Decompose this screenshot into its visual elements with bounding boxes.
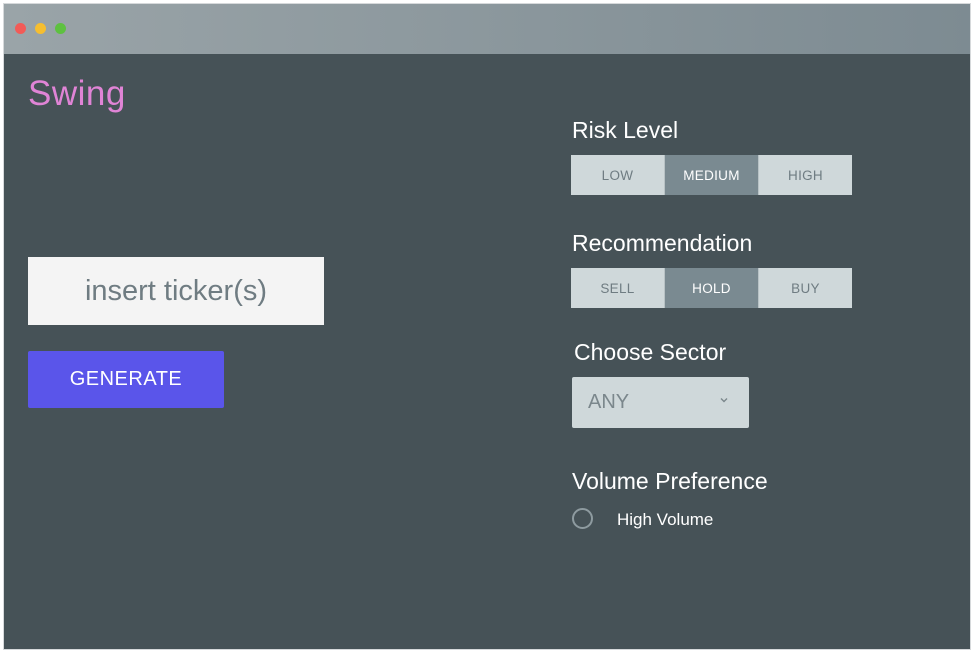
recommendation-sell-option[interactable]: SELL: [571, 268, 665, 308]
volume-preference-label: Volume Preference: [572, 468, 768, 494]
ticker-input[interactable]: [28, 257, 324, 325]
choose-sector-label: Choose Sector: [574, 339, 727, 365]
risk-level-label: Risk Level: [572, 117, 679, 143]
risk-medium-option[interactable]: MEDIUM: [665, 155, 759, 195]
sector-dropdown[interactable]: ANY: [572, 377, 749, 428]
generate-button[interactable]: GENERATE: [28, 351, 224, 408]
risk-low-option[interactable]: LOW: [571, 155, 665, 195]
recommendation-buy-option[interactable]: BUY: [759, 268, 852, 308]
chevron-down-icon: [720, 398, 728, 403]
app-title: Swing: [28, 74, 126, 113]
close-window-icon[interactable]: [15, 23, 26, 34]
high-volume-label: High Volume: [617, 510, 714, 529]
risk-high-option[interactable]: HIGH: [759, 155, 852, 195]
risk-level-selector: LOW MEDIUM HIGH: [571, 155, 852, 195]
window-titlebar: [4, 4, 970, 54]
app-window: Swing GENERATE Risk Level LOW MEDIUM HIG…: [4, 4, 970, 649]
recommendation-label: Recommendation: [572, 230, 753, 256]
radio-circle-icon[interactable]: [572, 508, 593, 529]
sector-selected-value: ANY: [588, 391, 630, 413]
recommendation-selector: SELL HOLD BUY: [571, 268, 852, 308]
recommendation-hold-option[interactable]: HOLD: [665, 268, 759, 308]
minimize-window-icon[interactable]: [35, 23, 46, 34]
maximize-window-icon[interactable]: [55, 23, 66, 34]
